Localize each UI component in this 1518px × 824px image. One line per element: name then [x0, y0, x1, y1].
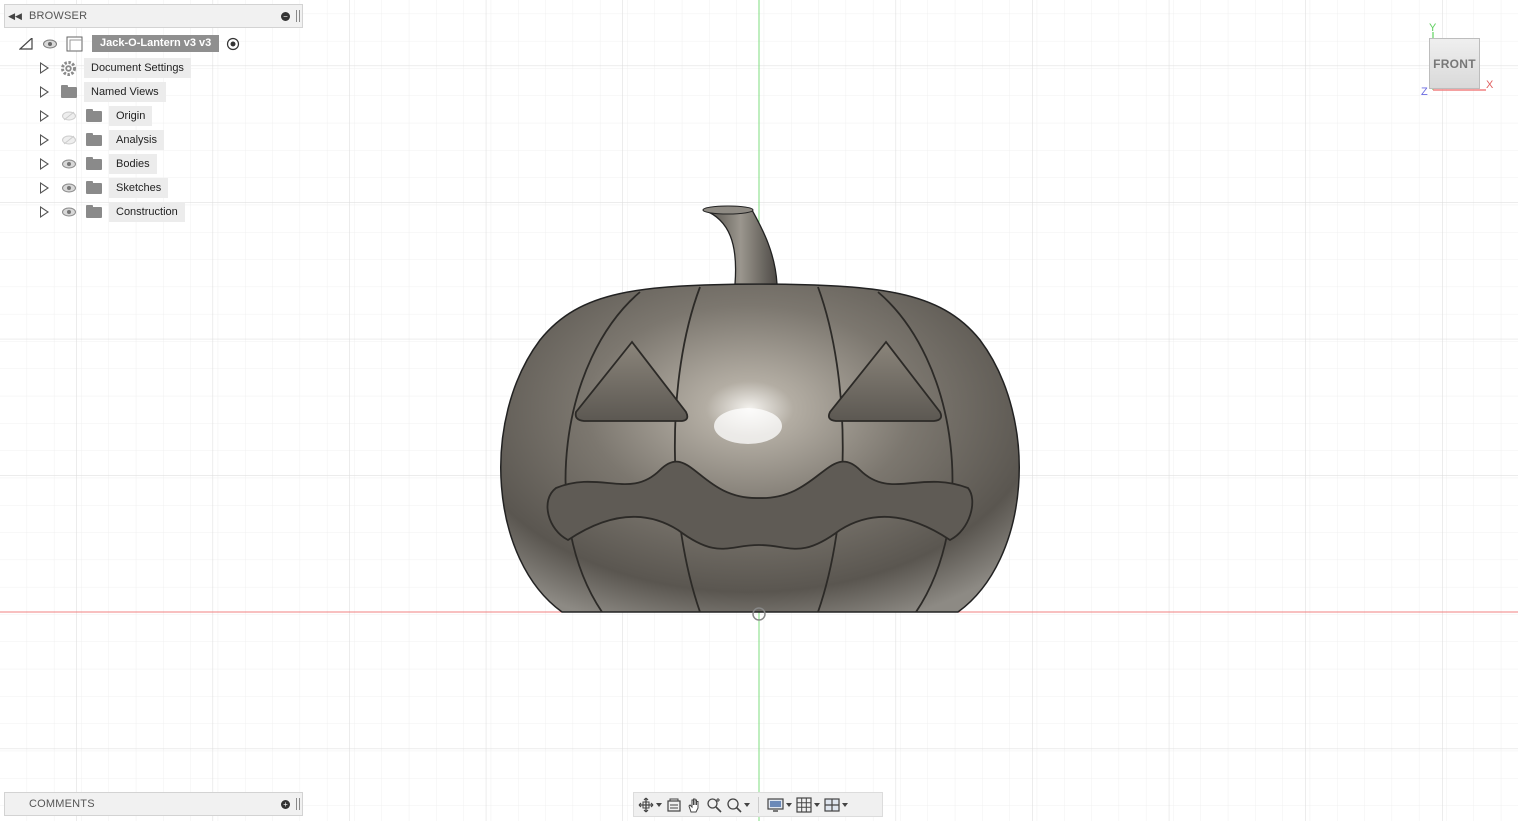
look-at-icon — [667, 798, 681, 812]
collapse-panel-icon[interactable]: ◀◀ — [5, 11, 25, 22]
gear-icon — [61, 61, 76, 76]
expand-triangle-icon[interactable] — [40, 62, 49, 74]
toolbar-divider — [758, 796, 759, 813]
pan-button[interactable] — [686, 796, 702, 814]
expanded-triangle-icon[interactable] — [19, 38, 33, 50]
folder-icon — [86, 205, 102, 218]
display-settings-icon — [767, 797, 784, 812]
folder-icon — [86, 181, 102, 194]
minimize-icon[interactable]: − — [281, 11, 290, 21]
hidden-eye-icon[interactable] — [62, 135, 76, 145]
folder-icon — [86, 109, 102, 122]
browser-item-label[interactable]: Construction — [109, 202, 185, 222]
expand-triangle-icon[interactable] — [40, 86, 49, 98]
hidden-eye-icon[interactable] — [62, 111, 76, 121]
fit-icon — [727, 797, 742, 813]
browser-item-label[interactable]: Analysis — [109, 130, 164, 150]
axis-z-label: Z — [1421, 86, 1428, 98]
fit-button[interactable] — [726, 796, 750, 814]
folder-icon — [86, 133, 102, 146]
browser-item-label[interactable]: Sketches — [109, 178, 169, 198]
component-icon — [66, 36, 83, 52]
expand-triangle-icon[interactable] — [40, 206, 49, 218]
look-at-button[interactable] — [666, 796, 682, 814]
grid-settings-button[interactable] — [796, 796, 820, 814]
browser-item-label[interactable]: Bodies — [109, 154, 157, 174]
expand-triangle-icon[interactable] — [40, 110, 49, 122]
orbit-icon — [638, 797, 654, 812]
viewports-icon — [824, 797, 840, 812]
visibility-eye-icon[interactable] — [62, 183, 76, 193]
viewcube-front-face[interactable]: FRONT — [1429, 38, 1480, 89]
display-settings-button[interactable] — [767, 796, 792, 814]
navigation-toolbar — [633, 792, 883, 817]
expand-triangle-icon[interactable] — [40, 158, 49, 170]
grid-canvas — [0, 0, 1518, 821]
browser-panel-header[interactable]: ◀◀ BROWSER − — [4, 4, 303, 28]
browser-item-label[interactable]: Named Views — [84, 82, 166, 102]
zoom-button[interactable] — [706, 796, 722, 814]
pan-icon — [688, 798, 699, 812]
panel-grip-icon[interactable] — [296, 798, 300, 810]
visibility-eye-icon[interactable] — [43, 39, 57, 49]
expand-triangle-icon[interactable] — [40, 134, 49, 146]
root-component-label[interactable]: Jack-O-Lantern v3 v3 — [92, 35, 220, 52]
browser-item-label[interactable]: Document Settings — [84, 58, 191, 78]
grid-settings-icon — [796, 796, 812, 813]
comments-title: COMMENTS — [29, 798, 95, 810]
expand-triangle-icon[interactable] — [40, 182, 49, 194]
browser-title: BROWSER — [29, 10, 88, 22]
folder-icon — [86, 157, 102, 170]
browser-item-label[interactable]: Origin — [109, 106, 153, 126]
viewports-button[interactable] — [824, 796, 848, 814]
canvas-viewport[interactable] — [0, 0, 1518, 821]
comments-panel-header[interactable]: COMMENTS + — [4, 792, 303, 816]
add-comment-icon[interactable]: + — [281, 799, 290, 809]
visibility-eye-icon[interactable] — [62, 159, 76, 169]
visibility-eye-icon[interactable] — [62, 207, 76, 217]
panel-grip-icon[interactable] — [296, 10, 300, 22]
folder-icon — [61, 85, 77, 98]
orbit-button[interactable] — [638, 796, 662, 814]
activate-radio-icon[interactable] — [226, 37, 240, 51]
zoom-icon — [707, 797, 722, 813]
axis-x-label: X — [1486, 79, 1494, 91]
